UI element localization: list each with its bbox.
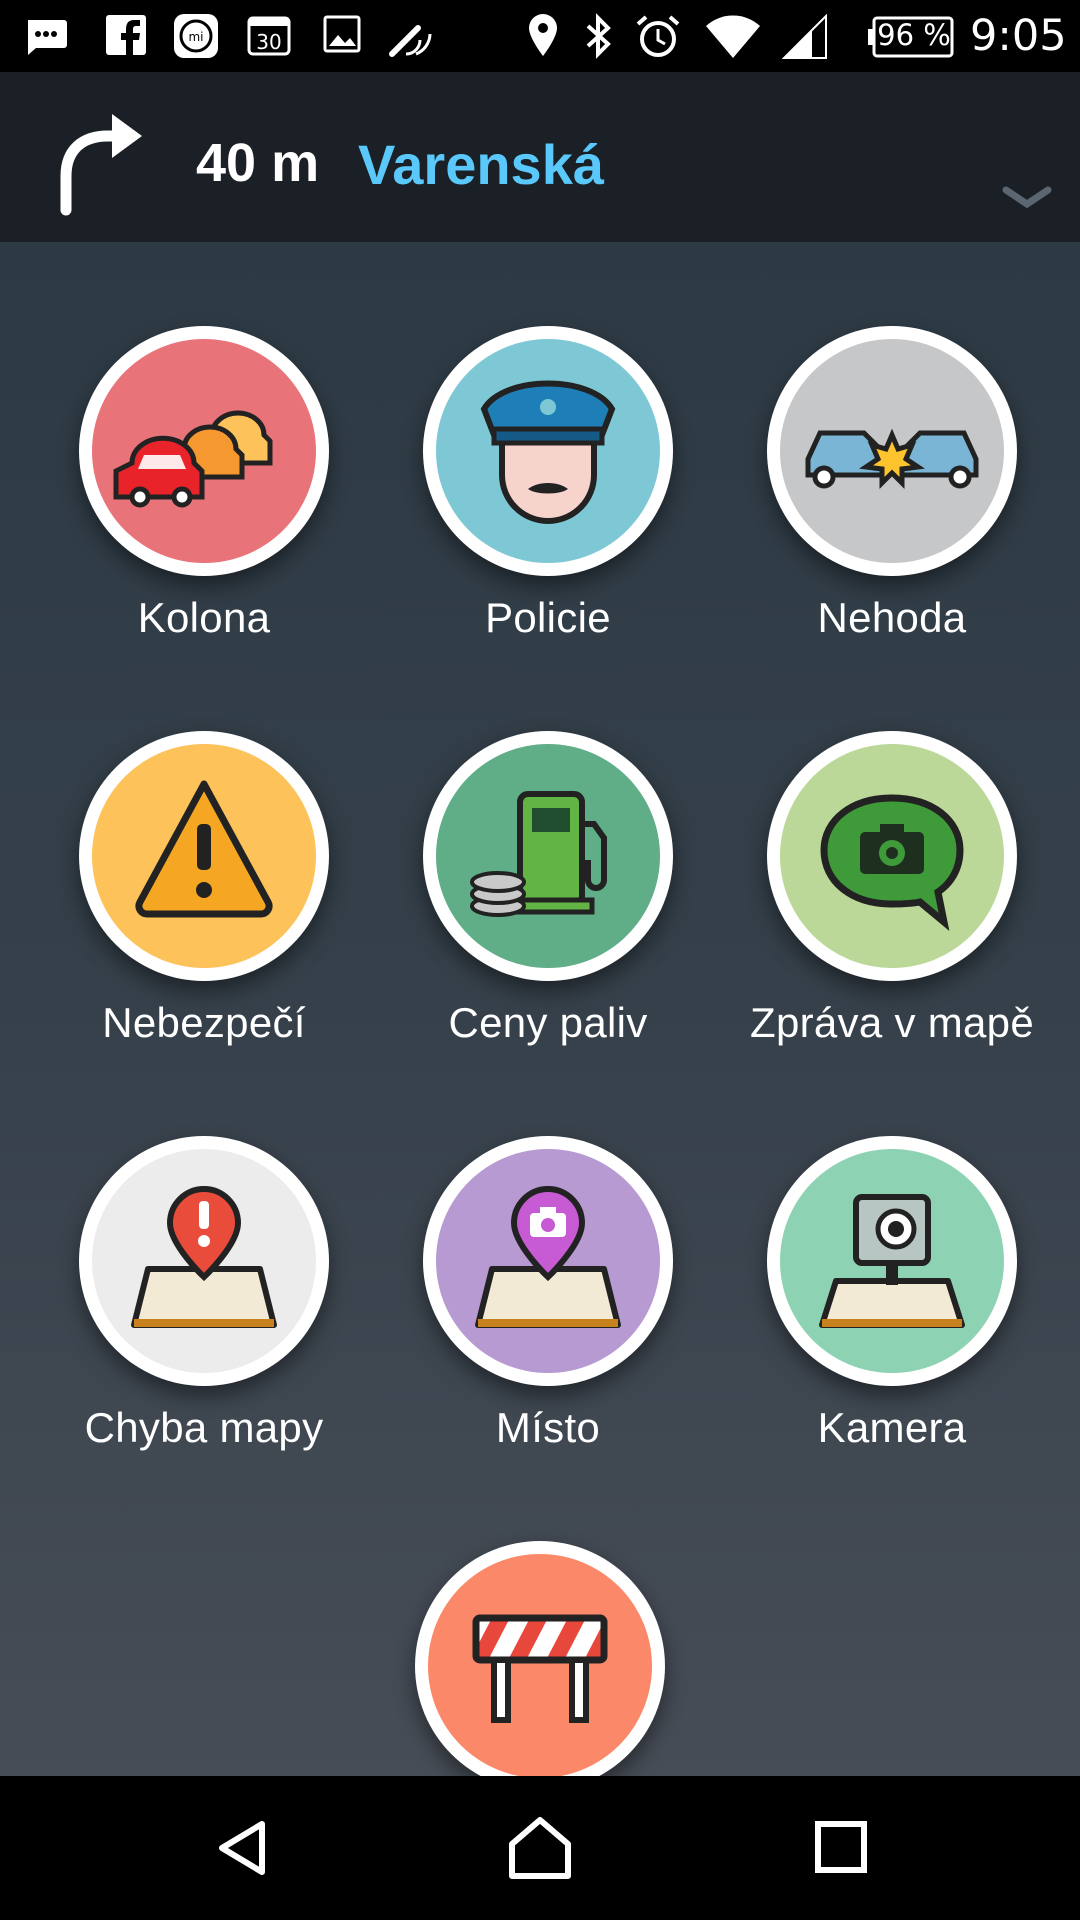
report-gas-prices[interactable]: Ceny paliv <box>378 731 718 1091</box>
mi-icon: mi <box>174 14 218 58</box>
police-icon <box>480 380 616 524</box>
report-hazard[interactable]: Nebezpečí <box>34 731 374 1091</box>
report-label: Místo <box>495 1404 601 1451</box>
place-icon <box>475 1185 621 1328</box>
message-icon <box>28 20 67 55</box>
calendar-icon: 30 <box>247 16 291 56</box>
cast-icon <box>389 25 432 57</box>
report-road-closure[interactable] <box>370 1541 710 1776</box>
report-label: Kamera <box>817 1404 967 1451</box>
report-label: Ceny paliv <box>448 999 648 1046</box>
street-name: Varenská <box>358 133 604 196</box>
report-map-chat[interactable]: Zpráva v mapě <box>722 731 1062 1091</box>
recents-icon[interactable] <box>814 1820 868 1874</box>
signal-icon <box>782 14 827 59</box>
report-label: Zpráva v mapě <box>749 999 1035 1046</box>
svg-text:30: 30 <box>256 30 281 54</box>
report-police[interactable]: Policie <box>378 326 718 686</box>
speed-camera-icon <box>819 1194 965 1328</box>
accident-icon <box>805 428 979 490</box>
svg-text:mi: mi <box>188 30 203 44</box>
report-map-issue[interactable]: Chyba mapy <box>34 1136 374 1496</box>
bluetooth-icon <box>586 13 611 59</box>
image-icon <box>323 15 361 53</box>
system-navigation-bar <box>0 1776 1080 1920</box>
report-menu: Kolona Policie Nehoda Nebezpečí Ceny pal… <box>0 242 1080 1776</box>
wifi-icon <box>706 15 760 58</box>
traffic-jam-icon <box>113 410 273 508</box>
report-label: Chyba mapy <box>84 1404 324 1451</box>
report-label: Nebezpečí <box>102 999 306 1046</box>
home-icon[interactable] <box>506 1816 574 1880</box>
report-accident[interactable]: Nehoda <box>722 326 1062 686</box>
gas-station-icon <box>470 791 607 917</box>
clock: 9:05 <box>970 11 1067 61</box>
report-label: Nehoda <box>817 594 967 641</box>
alarm-icon <box>636 15 680 57</box>
road-closure-icon <box>472 1614 608 1723</box>
navigation-header[interactable]: 40 m Varenská <box>0 72 1080 242</box>
turn-right-icon <box>60 114 142 216</box>
report-place[interactable]: Místo <box>378 1136 718 1496</box>
location-icon <box>529 14 557 56</box>
status-bar: mi 30 96 % 9:05 <box>0 0 1080 72</box>
report-traffic-jam[interactable]: Kolona <box>34 326 374 686</box>
turn-distance: 40 m <box>196 133 320 193</box>
battery-percent: 96 % <box>877 18 951 52</box>
report-speed-camera[interactable]: Kamera <box>722 1136 1062 1496</box>
report-label: Policie <box>485 594 611 641</box>
report-label: Kolona <box>137 594 271 641</box>
map-chat-icon <box>820 794 964 932</box>
back-icon[interactable] <box>212 1818 272 1878</box>
chevron-down-icon[interactable] <box>1002 184 1052 214</box>
hazard-icon <box>135 780 273 918</box>
map-issue-icon <box>131 1185 277 1328</box>
facebook-icon <box>106 15 146 56</box>
